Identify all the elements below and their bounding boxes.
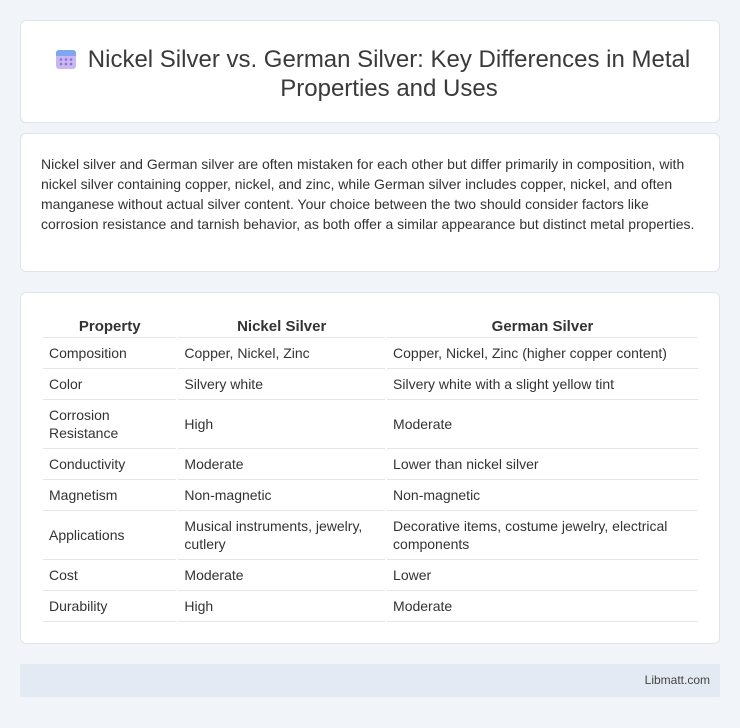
intro-paragraph: Nickel silver and German silver are ofte… xyxy=(41,156,695,232)
page-title: Nickel Silver vs. German Silver: Key Dif… xyxy=(87,46,691,102)
cell-nickel-silver: Silvery white xyxy=(178,369,386,400)
header-german-silver: German Silver xyxy=(387,315,698,338)
table-row: Cost Moderate Lower xyxy=(43,560,698,591)
table-row: Applications Musical instruments, jewelr… xyxy=(43,511,698,560)
comparison-table: Property Nickel Silver German Silver Com… xyxy=(41,315,700,622)
cell-property: Composition xyxy=(43,338,177,369)
cell-property: Applications xyxy=(43,511,177,560)
cell-german-silver: Lower than nickel silver xyxy=(387,449,698,480)
cell-property: Corrosion Resistance xyxy=(43,400,177,449)
table-header-row: Property Nickel Silver German Silver xyxy=(43,315,698,338)
cell-nickel-silver: Copper, Nickel, Zinc xyxy=(178,338,386,369)
intro-card: Nickel silver and German silver are ofte… xyxy=(20,133,720,272)
cell-german-silver: Lower xyxy=(387,560,698,591)
footer-site-link[interactable]: Libmatt.com xyxy=(645,673,710,687)
cell-german-silver: Decorative items, costume jewelry, elect… xyxy=(387,511,698,560)
cell-property: Conductivity xyxy=(43,449,177,480)
header-property: Property xyxy=(43,315,177,338)
table-row: Corrosion Resistance High Moderate xyxy=(43,400,698,449)
comparison-card: Property Nickel Silver German Silver Com… xyxy=(20,292,720,644)
cell-german-silver: Moderate xyxy=(387,400,698,449)
cell-nickel-silver: Moderate xyxy=(178,560,386,591)
cell-german-silver: Moderate xyxy=(387,591,698,622)
cell-german-silver: Non-magnetic xyxy=(387,480,698,511)
cell-nickel-silver: Moderate xyxy=(178,449,386,480)
cell-german-silver: Copper, Nickel, Zinc (higher copper cont… xyxy=(387,338,698,369)
table-row: Conductivity Moderate Lower than nickel … xyxy=(43,449,698,480)
table-row: Magnetism Non-magnetic Non-magnetic xyxy=(43,480,698,511)
cell-nickel-silver: Musical instruments, jewelry, cutlery xyxy=(178,511,386,560)
cell-property: Magnetism xyxy=(43,480,177,511)
cell-property: Cost xyxy=(43,560,177,591)
table-row: Durability High Moderate xyxy=(43,591,698,622)
cell-nickel-silver: High xyxy=(178,400,386,449)
title-card: Nickel Silver vs. German Silver: Key Dif… xyxy=(20,20,720,123)
cell-nickel-silver: Non-magnetic xyxy=(178,480,386,511)
table-row: Composition Copper, Nickel, Zinc Copper,… xyxy=(43,338,698,369)
cell-german-silver: Silvery white with a slight yellow tint xyxy=(387,369,698,400)
cell-property: Durability xyxy=(43,591,177,622)
cell-nickel-silver: High xyxy=(178,591,386,622)
table-row: Color Silvery white Silvery white with a… xyxy=(43,369,698,400)
header-nickel-silver: Nickel Silver xyxy=(178,315,386,338)
footer-bar: Libmatt.com xyxy=(20,664,720,697)
cell-property: Color xyxy=(43,369,177,400)
